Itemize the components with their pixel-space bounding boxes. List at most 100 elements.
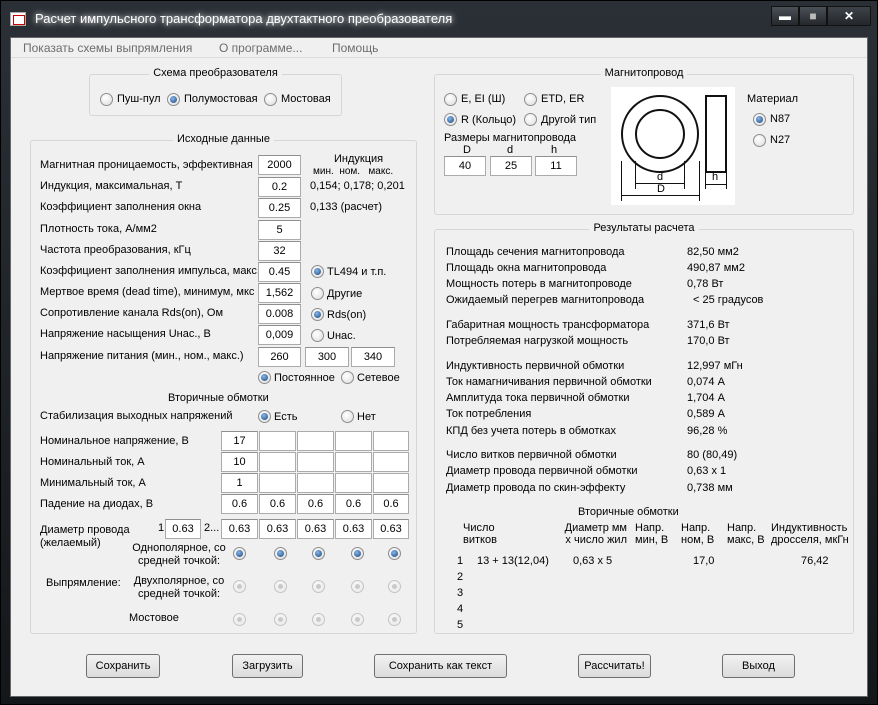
diode-drop-input-1[interactable]: 0.6 — [221, 494, 258, 514]
diode-drop-input-3[interactable]: 0.6 — [297, 494, 334, 514]
diode-drop-input-4[interactable]: 0.6 — [335, 494, 372, 514]
rect-bridge-radio-2[interactable] — [274, 613, 287, 626]
res-label-supply-current: Ток потребления — [446, 408, 532, 420]
material-n27-radio[interactable] — [753, 134, 766, 147]
rect-bip-radio-4[interactable] — [351, 580, 364, 593]
wire-sec-input-2[interactable]: 0.63 — [259, 519, 296, 539]
title-bar[interactable]: Расчет импульсного трансформатора двухта… — [1, 1, 877, 37]
scheme-bridge-radio[interactable] — [264, 93, 277, 106]
core-group: Магнитопровод E, EI (Ш) ETD, ER R (Кольц… — [434, 67, 854, 215]
rect-bip-radio-1[interactable] — [233, 580, 246, 593]
rect-bip-radio-2[interactable] — [274, 580, 287, 593]
nom-current-input-4[interactable] — [335, 452, 372, 472]
induction-input[interactable]: 0.2 — [258, 177, 301, 197]
maximize-button[interactable]: ■ — [799, 6, 827, 26]
dim-D-input[interactable]: 40 — [444, 156, 486, 176]
nom-voltage-input-2[interactable] — [259, 431, 296, 451]
core-ring-radio[interactable] — [444, 113, 457, 126]
diode-drop-input-2[interactable]: 0.6 — [259, 494, 296, 514]
dim-d-input[interactable]: 25 — [490, 156, 532, 176]
save-as-text-button[interactable]: Сохранить как текст — [374, 654, 507, 678]
input-label-permeability: Магнитная проницаемость, эффективная — [40, 159, 253, 171]
core-other-radio[interactable] — [524, 113, 537, 126]
rect-bip-radio-5[interactable] — [388, 580, 401, 593]
window-fill-input[interactable]: 0.25 — [258, 198, 301, 218]
menu-show-rectifier-schemes[interactable]: Показать схемы выпрямления — [23, 41, 192, 55]
menu-about[interactable]: О программе... — [219, 41, 302, 55]
stab-no-radio[interactable] — [341, 410, 354, 423]
sec-row-2-n: 2 — [457, 571, 464, 583]
stab-yes-radio[interactable] — [258, 410, 271, 423]
supply-dc-radio[interactable] — [258, 371, 271, 384]
minimize-button[interactable]: ▬ — [771, 6, 799, 26]
min-current-input-5[interactable] — [373, 473, 409, 493]
rect-bridge-radio-1[interactable] — [233, 613, 246, 626]
rect-bip-radio-3[interactable] — [312, 580, 325, 593]
scheme-halfbridge-radio[interactable] — [167, 93, 180, 106]
rect-bridge-radio-5[interactable] — [388, 613, 401, 626]
exit-button[interactable]: Выход — [722, 654, 795, 678]
wire-sec-input-4[interactable]: 0.63 — [335, 519, 372, 539]
core-e-radio[interactable] — [444, 93, 457, 106]
supply-min-input[interactable]: 260 — [258, 347, 301, 367]
nom-current-input-1[interactable]: 10 — [221, 452, 258, 472]
dim-h-input[interactable]: 11 — [535, 156, 577, 176]
ctrl-other-radio[interactable] — [311, 287, 324, 300]
calculate-button[interactable]: Рассчитать! — [578, 654, 651, 678]
nom-current-input-3[interactable] — [297, 452, 334, 472]
load-button[interactable]: Загрузить — [232, 654, 303, 678]
nom-voltage-input-3[interactable] — [297, 431, 334, 451]
wire-sec-input-1[interactable]: 0.63 — [221, 519, 258, 539]
nom-current-input-2[interactable] — [259, 452, 296, 472]
res-col-wire: Диаметр мм x число жил — [564, 522, 627, 546]
rect-ct-radio-2[interactable] — [274, 547, 287, 560]
supply-max-input[interactable]: 340 — [351, 347, 395, 367]
rds-input[interactable]: 0.008 — [258, 304, 301, 324]
deadtime-input[interactable]: 1,562 — [258, 283, 301, 303]
material-title: Материал — [747, 93, 798, 105]
nom-voltage-input-1[interactable]: 17 — [221, 431, 258, 451]
nom-current-label: Номинальный ток, А — [40, 456, 145, 468]
nom-voltage-input-5[interactable] — [373, 431, 409, 451]
rect-ct-radio-4[interactable] — [351, 547, 364, 560]
supply-mains-radio[interactable] — [341, 371, 354, 384]
wire-sec-input-3[interactable]: 0.63 — [297, 519, 334, 539]
res-label-window-area: Площадь окна магнитопровода — [446, 262, 607, 274]
duty-input[interactable]: 0.45 — [258, 262, 301, 282]
permeability-input[interactable]: 2000 — [258, 155, 301, 175]
stabilization-label: Стабилизация выходных напряжений — [40, 410, 233, 422]
scheme-pushpull-radio[interactable] — [100, 93, 113, 106]
menu-bar: Показать схемы выпрямления О программе..… — [11, 38, 867, 58]
res-col-turns: Число витков — [463, 522, 497, 546]
diode-drop-input-5[interactable]: 0.6 — [373, 494, 409, 514]
frequency-input[interactable]: 32 — [258, 241, 301, 261]
supply-nom-input[interactable]: 300 — [305, 347, 349, 367]
ctrl-tl494-radio[interactable] — [311, 265, 324, 278]
wire-sec-input-5[interactable]: 0.63 — [373, 519, 409, 539]
ctrl-other-label: Другие — [327, 288, 363, 300]
close-button[interactable]: ✕ — [827, 6, 871, 26]
material-n87-radio[interactable] — [753, 113, 766, 126]
wire-primary-number: 1 — [158, 522, 165, 534]
rect-ct-radio-3[interactable] — [312, 547, 325, 560]
rds-radio[interactable] — [311, 308, 324, 321]
sat-voltage-input[interactable]: 0,009 — [258, 325, 301, 345]
wire-primary-input[interactable]: 0.63 — [165, 519, 201, 539]
save-button[interactable]: Сохранить — [86, 654, 160, 678]
res-col-inductance: Индуктивность дросселя, мкГн — [771, 522, 849, 546]
usat-radio[interactable] — [311, 329, 324, 342]
min-current-input-1[interactable]: 1 — [221, 473, 258, 493]
menu-help[interactable]: Помощь — [332, 41, 378, 55]
rect-bridge-radio-4[interactable] — [351, 613, 364, 626]
nom-current-input-5[interactable] — [373, 452, 409, 472]
min-current-input-2[interactable] — [259, 473, 296, 493]
nom-voltage-input-4[interactable] — [335, 431, 372, 451]
client-area: Показать схемы выпрямления О программе..… — [10, 37, 868, 697]
rect-ct-radio-5[interactable] — [388, 547, 401, 560]
current-density-input[interactable]: 5 — [258, 220, 301, 240]
rect-bridge-radio-3[interactable] — [312, 613, 325, 626]
rect-ct-radio-1[interactable] — [233, 547, 246, 560]
min-current-input-4[interactable] — [335, 473, 372, 493]
min-current-input-3[interactable] — [297, 473, 334, 493]
core-etd-radio[interactable] — [524, 93, 537, 106]
